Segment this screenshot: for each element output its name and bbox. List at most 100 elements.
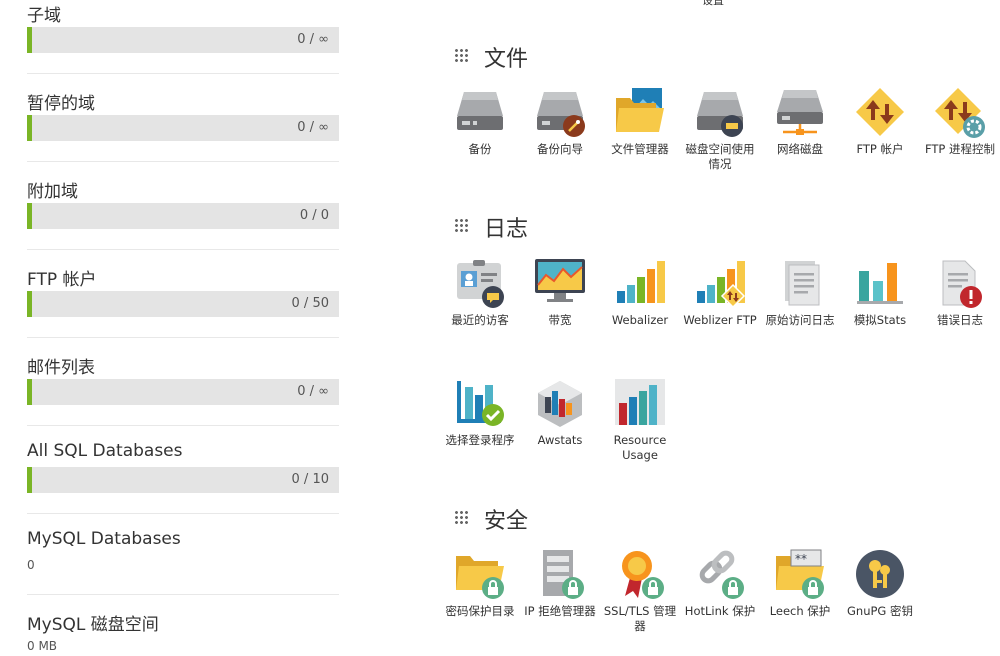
tile-label: 网络磁盘 — [777, 142, 823, 156]
ftp-accounts-icon — [856, 88, 904, 136]
stat-value: 0 MB — [27, 639, 58, 653]
usage-value: 0 / ∞ — [297, 32, 329, 47]
divider — [27, 337, 339, 338]
ip-blocker-icon — [543, 550, 584, 599]
analog-stats-icon — [857, 263, 903, 304]
tile-label: Webalizer — [611, 313, 669, 327]
stat-label: 暂停的域 — [27, 94, 95, 114]
divider — [27, 161, 339, 162]
drag-handle-icon[interactable] — [454, 510, 470, 526]
tile-label: 带宽 — [548, 313, 572, 327]
webalizer-link[interactable]: Webalizer — [600, 257, 680, 347]
tile-label: 备份向导 — [537, 142, 583, 156]
error-log-link[interactable]: 错误日志 — [920, 257, 1000, 347]
ip-blocker-link[interactable]: IP 拒绝管理器 — [520, 548, 600, 638]
password-directory-icon — [456, 556, 504, 599]
backup-link[interactable]: 备份 — [440, 86, 520, 176]
tile-label: FTP 帐户 — [856, 142, 904, 156]
stat-label: FTP 帐户 — [27, 270, 97, 290]
usage-value: 0 / 0 — [299, 208, 329, 223]
usage-bar: 0 / 50 — [27, 291, 339, 317]
resource-usage-icon — [615, 379, 665, 425]
ssl-icon — [622, 551, 664, 599]
svg-text:**: ** — [795, 552, 807, 566]
stat-label: 子域 — [27, 6, 61, 26]
password-directory-link[interactable]: 密码保护目录 — [440, 548, 520, 638]
webalizer-ftp-link[interactable]: Weblizer FTP — [680, 257, 760, 347]
usage-value: 0 / ∞ — [297, 384, 329, 399]
gnupg-keys-link[interactable]: GnuPG 密钥 — [840, 548, 920, 638]
ftp-session-control-link[interactable]: FTP 进程控制 — [920, 86, 1000, 176]
tile-label: 备份 — [468, 142, 492, 156]
section-title: 文件 — [484, 47, 529, 72]
tile-label: IP 拒绝管理器 — [524, 604, 596, 618]
ftp-accounts-link[interactable]: FTP 帐户 — [840, 86, 920, 176]
choose-log-programs-icon — [457, 381, 504, 426]
resource-usage-link[interactable]: Resource Usage — [600, 377, 680, 467]
gnupg-icon — [856, 550, 904, 598]
tile-label: 错误日志 — [937, 313, 983, 327]
usage-value: 0 / 10 — [291, 472, 329, 487]
network-drive-link[interactable]: 网络磁盘 — [760, 86, 840, 176]
tile-label: Awstats — [537, 433, 583, 447]
tile-label: SSL/TLS 管理器 — [603, 604, 677, 633]
tile-label: 文件管理器 — [611, 142, 669, 156]
tile-label: Weblizer FTP — [683, 313, 757, 327]
awstats-icon — [538, 381, 582, 427]
tile-label: 原始访问日志 — [765, 313, 835, 327]
usage-value: 0 / 50 — [291, 296, 329, 311]
file-manager-icon — [616, 88, 664, 132]
drag-handle-icon[interactable] — [454, 48, 470, 64]
leech-icon: ** — [776, 549, 824, 599]
leech-protection-link[interactable]: ** Leech 保护 — [760, 548, 840, 638]
usage-bar: 0 / ∞ — [27, 27, 339, 53]
tile-label: Resource Usage — [613, 433, 667, 462]
divider — [27, 73, 339, 74]
tile-label: Leech 保护 — [769, 604, 831, 618]
disk-usage-link[interactable]: 磁盘空间使用情况 — [680, 86, 760, 176]
tile-label: 密码保护目录 — [445, 604, 515, 618]
stat-value: 0 — [27, 558, 35, 572]
webalizer-ftp-icon — [697, 261, 746, 309]
stat-label: MySQL 磁盘空间 — [27, 615, 159, 635]
section-title: 日志 — [484, 217, 529, 242]
divider — [27, 513, 339, 514]
tile-label: GnuPG 密钥 — [847, 604, 913, 618]
disk-usage-icon — [697, 92, 743, 137]
error-log-icon — [942, 260, 982, 308]
drive-icon — [457, 92, 503, 130]
network-drive-icon — [777, 90, 823, 135]
webalizer-icon — [617, 261, 665, 303]
tile-label: 模拟Stats — [853, 313, 907, 327]
divider — [27, 425, 339, 426]
stat-label: MySQL Databases — [27, 529, 181, 549]
backup-wizard-link[interactable]: 备份向导 — [520, 86, 600, 176]
clipped-label: 设置 — [702, 0, 724, 7]
ftp-session-control-icon — [935, 88, 985, 138]
file-manager-link[interactable]: 文件管理器 — [600, 86, 680, 176]
section-title: 安全 — [484, 509, 529, 534]
drag-handle-icon[interactable] — [454, 218, 470, 234]
awstats-link[interactable]: Awstats — [520, 377, 600, 467]
visitors-icon — [457, 260, 504, 308]
divider — [27, 249, 339, 250]
hotlink-protection-link[interactable]: HotLink 保护 — [680, 548, 760, 638]
usage-bar: 0 / ∞ — [27, 115, 339, 141]
ssl-tls-link[interactable]: SSL/TLS 管理器 — [600, 548, 680, 638]
tile-label: FTP 进程控制 — [924, 142, 996, 156]
hotlink-icon — [699, 550, 744, 599]
bandwidth-link[interactable]: 带宽 — [520, 257, 600, 347]
usage-bar: 0 / 10 — [27, 467, 339, 493]
stat-label: All SQL Databases — [27, 441, 183, 461]
usage-bar: 0 / ∞ — [27, 379, 339, 405]
analog-stats-link[interactable]: 模拟Stats — [840, 257, 920, 347]
backup-wizard-icon — [537, 92, 585, 137]
choose-log-programs-link[interactable]: 选择登录程序 — [440, 377, 520, 467]
stat-label: 附加域 — [27, 182, 78, 202]
visitors-link[interactable]: 最近的访客 — [440, 257, 520, 347]
tile-label: 最近的访客 — [451, 313, 509, 327]
usage-bar: 0 / 0 — [27, 203, 339, 229]
bandwidth-icon — [535, 259, 585, 302]
usage-value: 0 / ∞ — [297, 120, 329, 135]
raw-access-link[interactable]: 原始访问日志 — [760, 257, 840, 347]
